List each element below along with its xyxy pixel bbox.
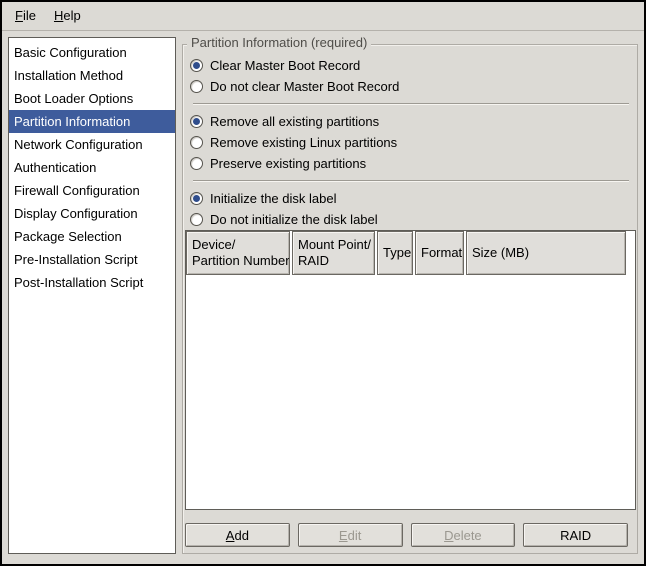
raid-button-label: RAID: [560, 528, 591, 543]
menu-help-label: elp: [63, 8, 80, 23]
sidebar-item-display-configuration[interactable]: Display Configuration: [9, 202, 175, 225]
radio-off-icon: [190, 80, 203, 93]
radio-remove-linux-partitions[interactable]: Remove existing Linux partitions: [190, 132, 631, 153]
radio-preserve-partitions-label: Preserve existing partitions: [210, 156, 366, 171]
delete-button[interactable]: Delete: [411, 523, 516, 547]
kickstart-configurator-window: File Help Basic Configuration Installati…: [0, 0, 646, 566]
radio-do-not-clear-mbr-label: Do not clear Master Boot Record: [210, 79, 399, 94]
edit-button-label: dit: [348, 528, 362, 543]
sidebar-item-partition-information[interactable]: Partition Information: [9, 110, 175, 133]
sidebar-item-post-installation-script[interactable]: Post-Installation Script: [9, 271, 175, 294]
radio-on-icon: [190, 59, 203, 72]
column-header-filler: [628, 231, 635, 275]
partitions-table-body[interactable]: [186, 275, 635, 509]
radio-options-area: Clear Master Boot Record Do not clear Ma…: [183, 45, 637, 230]
radio-do-not-initialize-disk-label[interactable]: Do not initialize the disk label: [190, 209, 631, 230]
radio-on-icon: [190, 192, 203, 205]
add-button[interactable]: Add: [185, 523, 290, 547]
column-header-type-line1: Type: [383, 245, 412, 261]
separator: [193, 103, 629, 105]
menu-help[interactable]: Help: [45, 2, 90, 30]
radio-off-icon: [190, 157, 203, 170]
column-header-device-line2: Partition Number: [192, 253, 289, 269]
radio-remove-linux-partitions-label: Remove existing Linux partitions: [210, 135, 397, 150]
menu-file[interactable]: File: [6, 2, 45, 30]
radio-initialize-disk-label-label: Initialize the disk label: [210, 191, 336, 206]
radio-initialize-disk-label[interactable]: Initialize the disk label: [190, 188, 631, 209]
sidebar-item-firewall-configuration[interactable]: Firewall Configuration: [9, 179, 175, 202]
sidebar-item-package-selection[interactable]: Package Selection: [9, 225, 175, 248]
column-header-device-line1: Device/: [192, 237, 289, 253]
radio-preserve-partitions[interactable]: Preserve existing partitions: [190, 153, 631, 174]
column-header-size[interactable]: Size (MB): [466, 231, 626, 275]
section-list: Basic Configuration Installation Method …: [8, 37, 176, 554]
column-header-type[interactable]: Type: [377, 231, 413, 275]
sidebar-item-authentication[interactable]: Authentication: [9, 156, 175, 179]
sidebar-item-basic-configuration[interactable]: Basic Configuration: [9, 41, 175, 64]
menubar: File Help: [2, 2, 644, 31]
column-header-format-line1: Format: [421, 245, 463, 261]
frame-title: Partition Information (required): [187, 35, 371, 50]
table-button-row: Add Edit Delete RAID: [185, 523, 628, 547]
radio-do-not-clear-mbr[interactable]: Do not clear Master Boot Record: [190, 76, 631, 97]
raid-button[interactable]: RAID: [523, 523, 628, 547]
column-header-device[interactable]: Device/ Partition Number: [186, 231, 290, 275]
add-button-label: dd: [234, 528, 248, 543]
edit-button[interactable]: Edit: [298, 523, 403, 547]
column-header-mount-point[interactable]: Mount Point/ RAID: [292, 231, 375, 275]
column-header-format[interactable]: Format: [415, 231, 464, 275]
separator: [193, 180, 629, 182]
menu-file-mnemonic: F: [15, 8, 23, 23]
radio-remove-all-partitions[interactable]: Remove all existing partitions: [190, 111, 631, 132]
partitions-table: Device/ Partition Number Mount Point/ RA…: [185, 230, 636, 510]
menu-help-mnemonic: H: [54, 8, 63, 23]
delete-button-label: elete: [453, 528, 481, 543]
sidebar-item-boot-loader-options[interactable]: Boot Loader Options: [9, 87, 175, 110]
sidebar-item-pre-installation-script[interactable]: Pre-Installation Script: [9, 248, 175, 271]
partition-information-frame: Partition Information (required) Clear M…: [182, 44, 638, 554]
partitions-table-header: Device/ Partition Number Mount Point/ RA…: [186, 231, 635, 275]
sidebar-item-installation-method[interactable]: Installation Method: [9, 64, 175, 87]
column-header-size-line1: Size (MB): [472, 245, 625, 261]
radio-do-not-initialize-disk-label-label: Do not initialize the disk label: [210, 212, 378, 227]
column-header-mount-point-line2: RAID: [298, 253, 374, 269]
column-header-mount-point-line1: Mount Point/: [298, 237, 374, 253]
radio-remove-all-partitions-label: Remove all existing partitions: [210, 114, 379, 129]
sidebar-item-network-configuration[interactable]: Network Configuration: [9, 133, 175, 156]
radio-clear-mbr[interactable]: Clear Master Boot Record: [190, 55, 631, 76]
radio-clear-mbr-label: Clear Master Boot Record: [210, 58, 360, 73]
radio-off-icon: [190, 136, 203, 149]
edit-button-mnemonic: E: [339, 528, 348, 543]
radio-on-icon: [190, 115, 203, 128]
menu-file-label: ile: [23, 8, 36, 23]
radio-off-icon: [190, 213, 203, 226]
